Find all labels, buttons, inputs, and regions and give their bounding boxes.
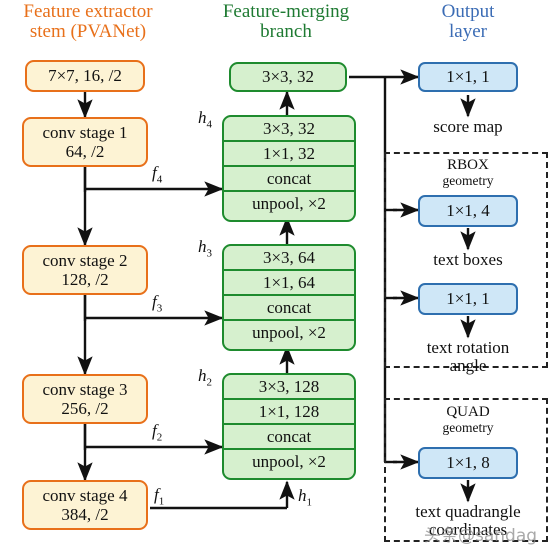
merging-label-h2-sub: 2	[206, 376, 213, 389]
output-rbox-conv-1[interactable]: 1×1, 1	[418, 283, 518, 315]
merging-stage-h3-row-0[interactable]: 3×3, 64	[224, 246, 354, 271]
rbox-group-title-line2: geometry	[442, 173, 494, 188]
merging-label-h3-sym: h	[198, 237, 207, 256]
stem-heading-line2: stem (PVANet)	[29, 20, 147, 42]
stem-block-0-label: 7×7, 16, /2	[48, 66, 122, 86]
stem-block-4-line2: 384, /2	[61, 505, 109, 524]
output-heading-line1: Output	[441, 1, 495, 22]
merging-label-h2-sym: h	[198, 366, 207, 385]
merging-label-h4-sub: 4	[206, 118, 213, 131]
merging-top-block-label: 3×3, 32	[261, 67, 315, 86]
merging-label-h1-sym: h	[298, 486, 307, 505]
feature-label-f1: f1	[154, 485, 164, 507]
stem-block-2[interactable]: conv stage 2 128, /2	[22, 245, 148, 295]
stem-heading: Feature extractor stem (PVANet)	[2, 2, 174, 42]
stem-heading-line1: Feature extractor	[23, 1, 153, 22]
stem-block-3-line2: 256, /2	[61, 399, 109, 418]
merging-label-h4: h4	[198, 108, 212, 130]
watermark: 头条@sandag	[424, 526, 538, 546]
output-rbox-conv-0[interactable]: 1×1, 4	[418, 195, 518, 227]
merging-stage-h4-row-1[interactable]: 1×1, 32	[224, 142, 354, 167]
merging-stage-h4-row-3[interactable]: unpool, ×2	[224, 192, 354, 216]
output-rbox-caption-1-line2: angle	[449, 356, 487, 376]
merging-label-h3-sub: 3	[206, 247, 213, 260]
merging-heading-line2: branch	[260, 20, 312, 42]
merging-label-h1-sub: 1	[306, 496, 313, 509]
feature-label-f3: f3	[152, 292, 162, 314]
merging-label-h1: h1	[298, 486, 312, 508]
feature-label-f1-sub: 1	[158, 495, 165, 508]
output-rbox-conv-0-label: 1×1, 4	[446, 201, 490, 220]
output-score-conv[interactable]: 1×1, 1	[418, 62, 518, 92]
merging-stage-h4-row-0[interactable]: 3×3, 32	[224, 117, 354, 142]
quad-group-title-line2: geometry	[442, 420, 494, 435]
merging-stage-h3-row-3[interactable]: unpool, ×2	[224, 321, 354, 345]
feature-label-f2-sub: 2	[156, 431, 163, 444]
merging-stage-h3[interactable]: 3×3, 64 1×1, 64 concat unpool, ×2	[222, 244, 356, 351]
merging-label-h4-sym: h	[198, 108, 207, 127]
merging-stage-h2-row-2[interactable]: concat	[224, 425, 354, 450]
merging-heading: Feature-merging branch	[200, 2, 372, 42]
stem-block-4-line1: conv stage 4	[42, 485, 128, 505]
output-rbox-caption-1: text rotation angle	[388, 338, 548, 376]
stem-block-1-line1: conv stage 1	[42, 122, 128, 142]
merging-heading-line1: Feature-merging	[222, 1, 350, 22]
output-quad-conv-0-label: 1×1, 8	[446, 453, 490, 472]
merging-stage-h4[interactable]: 3×3, 32 1×1, 32 concat unpool, ×2	[222, 115, 356, 222]
merging-stage-h2-row-3[interactable]: unpool, ×2	[224, 450, 354, 474]
merging-stage-h2-row-1[interactable]: 1×1, 128	[224, 400, 354, 425]
stem-block-1-line2: 64, /2	[65, 142, 105, 161]
output-rbox-conv-1-label: 1×1, 1	[446, 289, 490, 308]
output-score-caption: score map	[433, 117, 503, 136]
rbox-group-title-line1: RBOX	[447, 157, 489, 173]
stem-block-2-line2: 128, /2	[61, 270, 109, 289]
merging-stage-h3-row-2[interactable]: concat	[224, 296, 354, 321]
stem-block-2-line1: conv stage 2	[42, 250, 128, 270]
stem-block-3[interactable]: conv stage 3 256, /2	[22, 374, 148, 424]
feature-label-f4: f4	[152, 163, 162, 185]
output-quad-conv-0[interactable]: 1×1, 8	[418, 447, 518, 479]
output-score-conv-label: 1×1, 1	[446, 67, 490, 86]
feature-label-f2: f2	[152, 421, 162, 443]
feature-label-f3-sub: 3	[156, 302, 163, 315]
merging-label-h2: h2	[198, 366, 212, 388]
stem-block-3-line1: conv stage 3	[42, 379, 128, 399]
merging-label-h3: h3	[198, 237, 212, 259]
merging-stage-h3-row-1[interactable]: 1×1, 64	[224, 271, 354, 296]
stem-block-0[interactable]: 7×7, 16, /2	[25, 60, 145, 92]
stem-block-4[interactable]: conv stage 4 384, /2	[22, 480, 148, 530]
output-heading-line2: layer	[449, 20, 487, 42]
stem-block-1[interactable]: conv stage 1 64, /2	[22, 117, 148, 167]
merging-top-block[interactable]: 3×3, 32	[229, 62, 347, 92]
feature-label-f4-sub: 4	[156, 173, 163, 186]
merging-stage-h2[interactable]: 3×3, 128 1×1, 128 concat unpool, ×2	[222, 373, 356, 480]
merging-stage-h2-row-0[interactable]: 3×3, 128	[224, 375, 354, 400]
merging-stage-h4-row-2[interactable]: concat	[224, 167, 354, 192]
output-quad-caption-0-line1: text quadrangle	[415, 502, 521, 521]
quad-group-title-line1: QUAD	[446, 404, 490, 420]
output-rbox-caption-1-line1: text rotation	[426, 338, 510, 357]
output-heading: Output layer	[398, 2, 538, 42]
output-rbox-caption-0: text boxes	[433, 250, 503, 269]
diagram-canvas: Feature extractor stem (PVANet) Feature-…	[0, 0, 550, 550]
